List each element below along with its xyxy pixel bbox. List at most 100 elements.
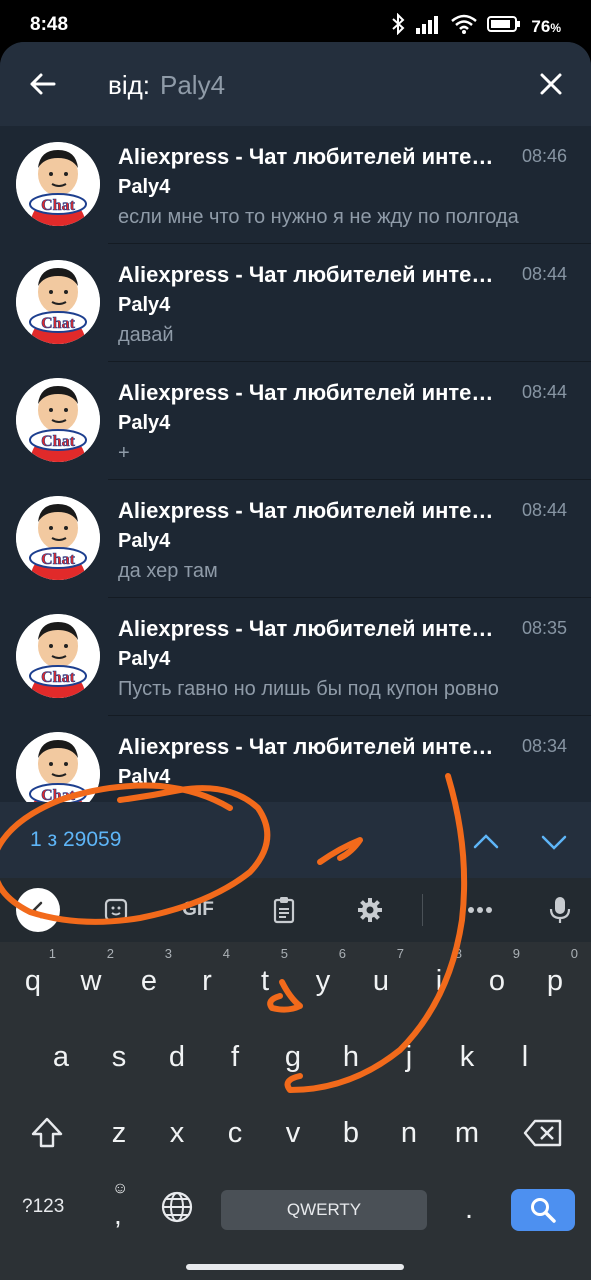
key-p[interactable]: p0 bbox=[528, 946, 582, 1012]
message-time: 08:34 bbox=[521, 736, 567, 756]
chat-title: Aliexpress - Чат любителей интересных по… bbox=[118, 616, 503, 641]
message-time: 08:35 bbox=[521, 618, 567, 638]
shift-icon bbox=[31, 1117, 63, 1148]
search-result-item[interactable]: Chat Aliexpress - Чат любителей интересны… bbox=[0, 598, 591, 716]
key-m[interactable]: m bbox=[440, 1102, 494, 1164]
sticker-icon bbox=[104, 898, 128, 922]
search-icon bbox=[531, 1198, 556, 1223]
avatar: Chat bbox=[16, 142, 100, 226]
microphone-icon bbox=[549, 897, 571, 923]
message-time: 08:44 bbox=[521, 500, 567, 520]
key-label: p bbox=[546, 965, 564, 997]
svg-text:Chat: Chat bbox=[41, 315, 75, 332]
keyboard-settings-button[interactable] bbox=[352, 890, 388, 930]
voice-input-button[interactable] bbox=[542, 890, 578, 930]
result-navigation-bar: 1 з 29059 bbox=[0, 802, 591, 878]
message-preview: + bbox=[118, 442, 130, 464]
chevron-left-icon bbox=[32, 901, 43, 919]
close-search-button[interactable] bbox=[531, 64, 571, 104]
back-button[interactable] bbox=[22, 64, 62, 104]
clipboard-button[interactable] bbox=[266, 890, 302, 930]
chat-title: Aliexpress - Чат любителей интересных по… bbox=[118, 262, 503, 287]
key-a[interactable]: a bbox=[34, 1026, 88, 1088]
search-result-item[interactable]: Chat Aliexpress - Чат любителей интересны… bbox=[0, 480, 591, 598]
key-x[interactable]: x bbox=[150, 1102, 204, 1164]
key-label: o bbox=[488, 965, 506, 997]
chat-group-avatar-icon: Chat bbox=[16, 614, 100, 698]
space-key[interactable]: QWERTY bbox=[221, 1190, 427, 1230]
key-g[interactable]: g bbox=[266, 1026, 320, 1088]
gear-icon bbox=[358, 898, 382, 922]
sender-name: Paly4 bbox=[118, 648, 171, 670]
sender-name: Paly4 bbox=[118, 766, 171, 788]
search-result-item[interactable]: Chat Aliexpress - Чат любителей интересны… bbox=[0, 244, 591, 362]
next-result-button[interactable] bbox=[536, 824, 572, 860]
chat-group-avatar-icon: Chat bbox=[16, 496, 100, 580]
key-s[interactable]: s bbox=[92, 1026, 146, 1088]
key-u[interactable]: u7 bbox=[354, 946, 408, 1012]
key-w[interactable]: w2 bbox=[64, 946, 118, 1012]
key-h[interactable]: h bbox=[324, 1026, 378, 1088]
key-number-hint: 6 bbox=[338, 946, 346, 961]
search-input[interactable]: Paly4 bbox=[160, 70, 225, 101]
keyboard-collapse-button[interactable] bbox=[16, 888, 60, 932]
chevron-down-icon bbox=[541, 835, 567, 850]
key-j[interactable]: j bbox=[382, 1026, 436, 1088]
search-result-item[interactable]: Chat Aliexpress - Чат любителей интересны… bbox=[0, 362, 591, 480]
cell-signal-icon bbox=[415, 14, 441, 39]
sticker-button[interactable] bbox=[98, 890, 134, 930]
key-b[interactable]: b bbox=[324, 1102, 378, 1164]
comma-emoji-key[interactable]: ☺ , bbox=[92, 1178, 148, 1240]
period-key[interactable]: . bbox=[442, 1178, 496, 1240]
symbols-key[interactable]: ?123 bbox=[22, 1196, 64, 1218]
chat-title: Aliexpress - Чат любителей интересных по… bbox=[118, 734, 503, 759]
sender-name: Paly4 bbox=[118, 294, 171, 316]
key-f[interactable]: f bbox=[208, 1026, 262, 1088]
key-n[interactable]: n bbox=[382, 1102, 436, 1164]
key-label: y bbox=[315, 965, 331, 997]
backspace-icon bbox=[523, 1119, 562, 1147]
chat-title: Aliexpress - Чат любителей интересных по… bbox=[118, 380, 503, 405]
key-k[interactable]: k bbox=[440, 1026, 494, 1088]
svg-text:Chat: Chat bbox=[41, 197, 75, 214]
key-o[interactable]: o9 bbox=[470, 946, 524, 1012]
key-y[interactable]: y6 bbox=[296, 946, 350, 1012]
more-dots-icon bbox=[468, 907, 492, 913]
key-r[interactable]: r4 bbox=[180, 946, 234, 1012]
message-preview: давай bbox=[118, 324, 174, 346]
more-options-button[interactable] bbox=[462, 890, 498, 930]
gif-button[interactable]: GIF bbox=[176, 890, 220, 930]
search-header: від: Paly4 bbox=[0, 42, 591, 126]
message-preview: Пусть гавно но лишь бы под купон ровно bbox=[118, 678, 499, 700]
search-result-item[interactable]: Chat Aliexpress - Чат любителей интересны… bbox=[0, 126, 591, 244]
shift-key[interactable] bbox=[20, 1102, 74, 1164]
home-indicator[interactable] bbox=[186, 1264, 404, 1270]
keyboard: ?123 ☺ , QWERTY . q1w2e3r4t5y6u7i8o9p0as… bbox=[0, 942, 591, 1280]
search-enter-key[interactable] bbox=[511, 1189, 575, 1231]
message-time: 08:44 bbox=[521, 264, 567, 284]
search-result-item[interactable]: Chat Aliexpress - Чат любителей интересны… bbox=[0, 716, 591, 802]
chat-group-avatar-icon: Chat bbox=[16, 260, 100, 344]
key-e[interactable]: e3 bbox=[122, 946, 176, 1012]
gif-label: GIF bbox=[182, 899, 214, 920]
previous-result-button[interactable] bbox=[468, 824, 504, 860]
key-t[interactable]: t5 bbox=[238, 946, 292, 1012]
backspace-key[interactable] bbox=[516, 1102, 570, 1164]
key-i[interactable]: i8 bbox=[412, 946, 466, 1012]
key-q[interactable]: q1 bbox=[6, 946, 60, 1012]
key-label: w bbox=[80, 965, 102, 997]
key-c[interactable]: c bbox=[208, 1102, 262, 1164]
key-number-hint: 5 bbox=[280, 946, 288, 961]
key-v[interactable]: v bbox=[266, 1102, 320, 1164]
bluetooth-icon bbox=[391, 12, 405, 40]
key-l[interactable]: l bbox=[498, 1026, 552, 1088]
key-z[interactable]: z bbox=[92, 1102, 146, 1164]
status-icons: 76% bbox=[391, 12, 561, 40]
close-icon bbox=[540, 73, 562, 95]
key-d[interactable]: d bbox=[150, 1026, 204, 1088]
result-counter: 1 з 29059 bbox=[30, 828, 122, 851]
search-results-list: Chat Aliexpress - Чат любителей интересны… bbox=[0, 126, 591, 802]
language-key[interactable] bbox=[150, 1178, 204, 1240]
svg-text:Chat: Chat bbox=[41, 551, 75, 568]
search-filter-prefix[interactable]: від: bbox=[108, 70, 150, 101]
